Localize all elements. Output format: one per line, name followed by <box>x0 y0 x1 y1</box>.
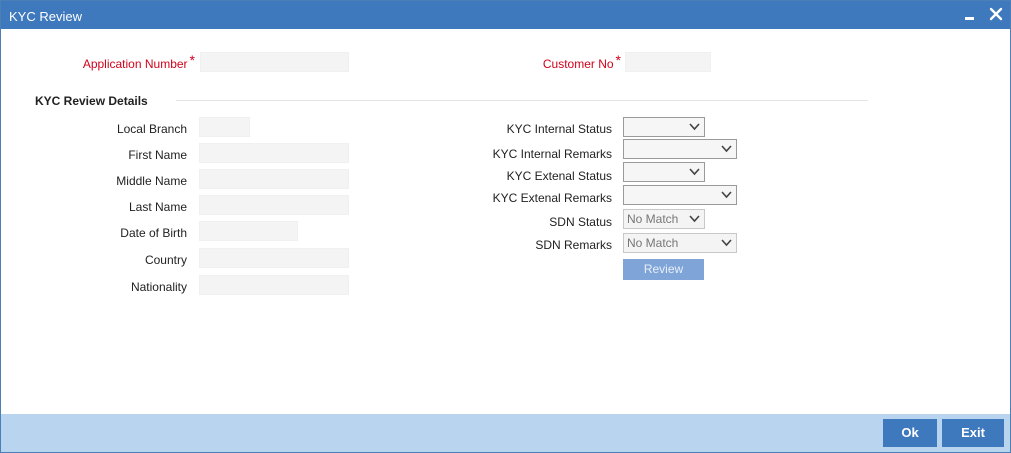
nationality-label: Nationality <box>130 280 187 294</box>
sdn-remarks-select[interactable]: No Match <box>623 233 737 253</box>
nationality-input[interactable] <box>199 275 349 295</box>
required-mark: * <box>615 52 621 68</box>
application-number-label-text: Application Number <box>82 57 188 71</box>
local-branch-input[interactable] <box>199 117 250 137</box>
chevron-down-icon <box>689 215 700 223</box>
exit-button[interactable]: Exit <box>942 419 1004 447</box>
kyc-external-remarks-select[interactable] <box>623 185 737 205</box>
sdn-status-label: SDN Status <box>549 215 612 229</box>
first-name-input[interactable] <box>199 143 349 163</box>
middle-name-label: Middle Name <box>116 174 187 188</box>
customer-no-label-text: Customer No <box>542 57 614 71</box>
date-of-birth-label: Date of Birth <box>120 226 187 240</box>
close-icon[interactable] <box>988 6 1004 22</box>
sdn-status-select[interactable]: No Match <box>623 209 705 229</box>
local-branch-label: Local Branch <box>116 122 187 136</box>
window-title: KYC Review <box>9 9 82 24</box>
first-name-label: First Name <box>128 148 187 162</box>
customer-no-input[interactable] <box>625 52 711 72</box>
required-mark: * <box>189 52 195 68</box>
kyc-external-remarks-label: KYC Extenal Remarks <box>492 191 612 205</box>
section-title: KYC Review Details <box>35 94 148 108</box>
review-button[interactable]: Review <box>623 259 704 280</box>
application-number-input[interactable] <box>200 52 349 72</box>
kyc-external-status-select[interactable] <box>623 162 705 182</box>
kyc-review-window: KYC Review Application Number * Customer … <box>0 0 1011 453</box>
last-name-input[interactable] <box>199 195 349 215</box>
minimize-icon[interactable] <box>963 8 977 22</box>
chevron-down-icon <box>721 191 732 199</box>
kyc-internal-remarks-select[interactable] <box>623 139 737 159</box>
chevron-down-icon <box>721 239 732 247</box>
chevron-down-icon <box>689 123 700 131</box>
section-divider <box>176 100 868 101</box>
last-name-label: Last Name <box>128 200 187 214</box>
title-bar: KYC Review <box>1 1 1010 29</box>
sdn-remarks-value: No Match <box>627 236 679 250</box>
footer-bar: Ok Exit <box>1 414 1010 452</box>
date-of-birth-input[interactable] <box>199 221 298 241</box>
kyc-external-status-label: KYC Extenal Status <box>506 169 612 183</box>
country-input[interactable] <box>199 248 349 268</box>
country-label: Country <box>144 253 187 267</box>
middle-name-input[interactable] <box>199 169 349 189</box>
kyc-internal-status-label: KYC Internal Status <box>506 122 612 136</box>
ok-button[interactable]: Ok <box>883 419 937 447</box>
kyc-internal-remarks-label: KYC Internal Remarks <box>492 147 612 161</box>
sdn-status-value: No Match <box>627 212 679 226</box>
customer-no-label: Customer No * <box>501 52 621 71</box>
sdn-remarks-label: SDN Remarks <box>535 238 612 252</box>
chevron-down-icon <box>689 168 700 176</box>
chevron-down-icon <box>721 145 732 153</box>
application-number-label: Application Number * <box>61 52 195 71</box>
kyc-internal-status-select[interactable] <box>623 117 705 137</box>
